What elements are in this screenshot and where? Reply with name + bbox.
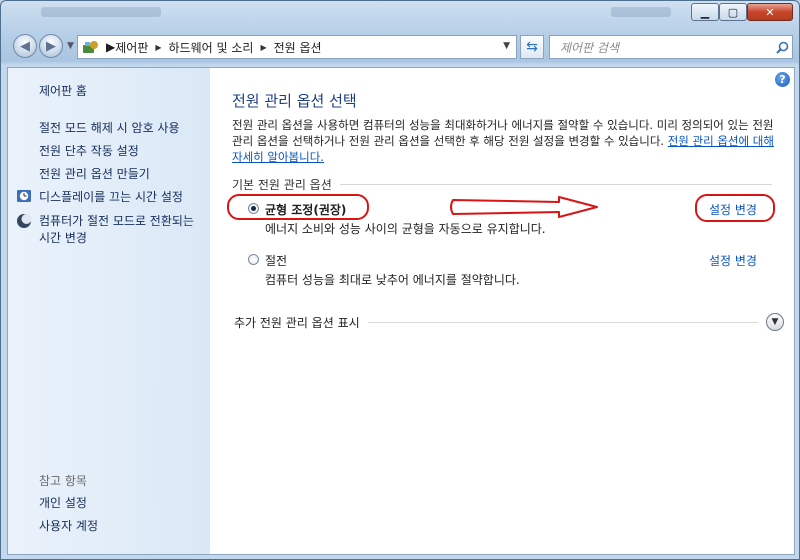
help-icon[interactable]: ?: [775, 72, 790, 87]
show-additional-plans[interactable]: 추가 전원 관리 옵션 표시 ▼: [234, 313, 784, 331]
plan-description: 컴퓨터 성능을 최대로 낮추어 에너지를 절약합니다.: [265, 273, 520, 287]
refresh-icon: ⇆: [526, 39, 538, 55]
control-panel-icon: [83, 41, 98, 53]
sidebar: 제어판 홈 절전 모드 해제 시 암호 사용 전원 단추 작동 설정 전원 관리…: [8, 68, 210, 554]
content-area: 제어판 홈 절전 모드 해제 시 암호 사용 전원 단추 작동 설정 전원 관리…: [7, 67, 795, 555]
breadcrumb-separator[interactable]: ▶: [260, 43, 266, 52]
forward-arrow-icon: ▶: [46, 38, 56, 54]
sidebar-item-personalization[interactable]: 개인 설정: [39, 495, 87, 512]
sidebar-item-wake-password[interactable]: 절전 모드 해제 시 암호 사용: [39, 120, 180, 137]
annotation-ellipse: [227, 194, 369, 220]
maximize-icon: ▢: [727, 5, 739, 19]
breadcrumb-item[interactable]: 하드웨어 및 소리: [169, 39, 254, 56]
section-heading-label: 기본 전원 관리 옵션: [232, 178, 332, 192]
sidebar-item-user-accounts[interactable]: 사용자 계정: [39, 518, 98, 535]
search-icon[interactable]: [772, 41, 792, 54]
radio-unselected[interactable]: [248, 254, 259, 265]
sidebar-item-power-buttons[interactable]: 전원 단추 작동 설정: [39, 143, 139, 160]
refresh-button[interactable]: ⇆: [520, 35, 544, 59]
address-bar[interactable]: ▶ 제어판 ▶ 하드웨어 및 소리 ▶ 전원 옵션 ▼: [77, 35, 517, 59]
sidebar-item-home[interactable]: 제어판 홈: [39, 83, 87, 100]
moon-icon: [17, 214, 32, 228]
address-dropdown-icon[interactable]: ▼: [503, 41, 510, 51]
page-description: 전원 관리 옵션을 사용하면 컴퓨터의 성능을 최대화하거나 에너지를 절약할 …: [232, 117, 778, 165]
page-title: 전원 관리 옵션 선택: [232, 92, 357, 110]
show-additional-plans-label: 추가 전원 관리 옵션 표시: [234, 315, 360, 330]
title-bar-blur: [41, 7, 161, 17]
sidebar-item-display-off[interactable]: 디스플레이를 끄는 시간 설정: [39, 189, 183, 206]
back-button[interactable]: ◀: [13, 34, 37, 58]
annotation-arrow: [450, 196, 598, 218]
back-arrow-icon: ◀: [20, 38, 30, 54]
search-input[interactable]: 제어판 검색: [560, 39, 772, 56]
change-settings-link[interactable]: 설정 변경: [709, 252, 757, 269]
chevron-down-icon[interactable]: ▼: [766, 313, 784, 331]
sidebar-item-sleep-time[interactable]: 컴퓨터가 절전 모드로 전환되는 시간 변경: [39, 213, 204, 247]
see-also-heading: 참고 항목: [39, 474, 87, 488]
close-button[interactable]: ✕: [747, 3, 793, 21]
clock-icon: [17, 190, 31, 202]
breadcrumb-separator: ▶: [106, 40, 116, 54]
breadcrumb: 제어판 ▶ 하드웨어 및 소리 ▶ 전원 옵션: [115, 39, 321, 56]
control-panel-window: ▁ ▢ ✕ ◀ ▶ ▼ ▶ 제어판 ▶ 하드웨어 및 소리 ▶ 전원 옵션 ▼ …: [0, 0, 800, 560]
maximize-button[interactable]: ▢: [719, 3, 747, 21]
section-heading: 기본 전원 관리 옵션: [232, 176, 772, 193]
minimize-button[interactable]: ▁: [691, 3, 719, 21]
recent-pages-dropdown[interactable]: ▼: [67, 41, 74, 51]
plan-description: 에너지 소비와 성능 사이의 균형을 자동으로 유지합니다.: [265, 222, 546, 236]
breadcrumb-item[interactable]: 제어판: [115, 39, 148, 56]
search-box[interactable]: 제어판 검색: [549, 35, 793, 59]
divider: [367, 321, 758, 323]
breadcrumb-item[interactable]: 전원 옵션: [274, 39, 322, 56]
breadcrumb-separator[interactable]: ▶: [155, 43, 161, 52]
close-icon: ✕: [765, 5, 775, 19]
minimize-icon: ▁: [700, 5, 710, 19]
annotation-ellipse: [695, 194, 775, 222]
title-bar-blur: [611, 7, 671, 17]
main-panel: ? 전원 관리 옵션 선택 전원 관리 옵션을 사용하면 컴퓨터의 성능을 최대…: [232, 68, 794, 554]
divider: [339, 184, 772, 185]
plan-name: 절전: [265, 254, 288, 268]
forward-button[interactable]: ▶: [39, 34, 63, 58]
sidebar-item-create-plan[interactable]: 전원 관리 옵션 만들기: [39, 166, 150, 183]
